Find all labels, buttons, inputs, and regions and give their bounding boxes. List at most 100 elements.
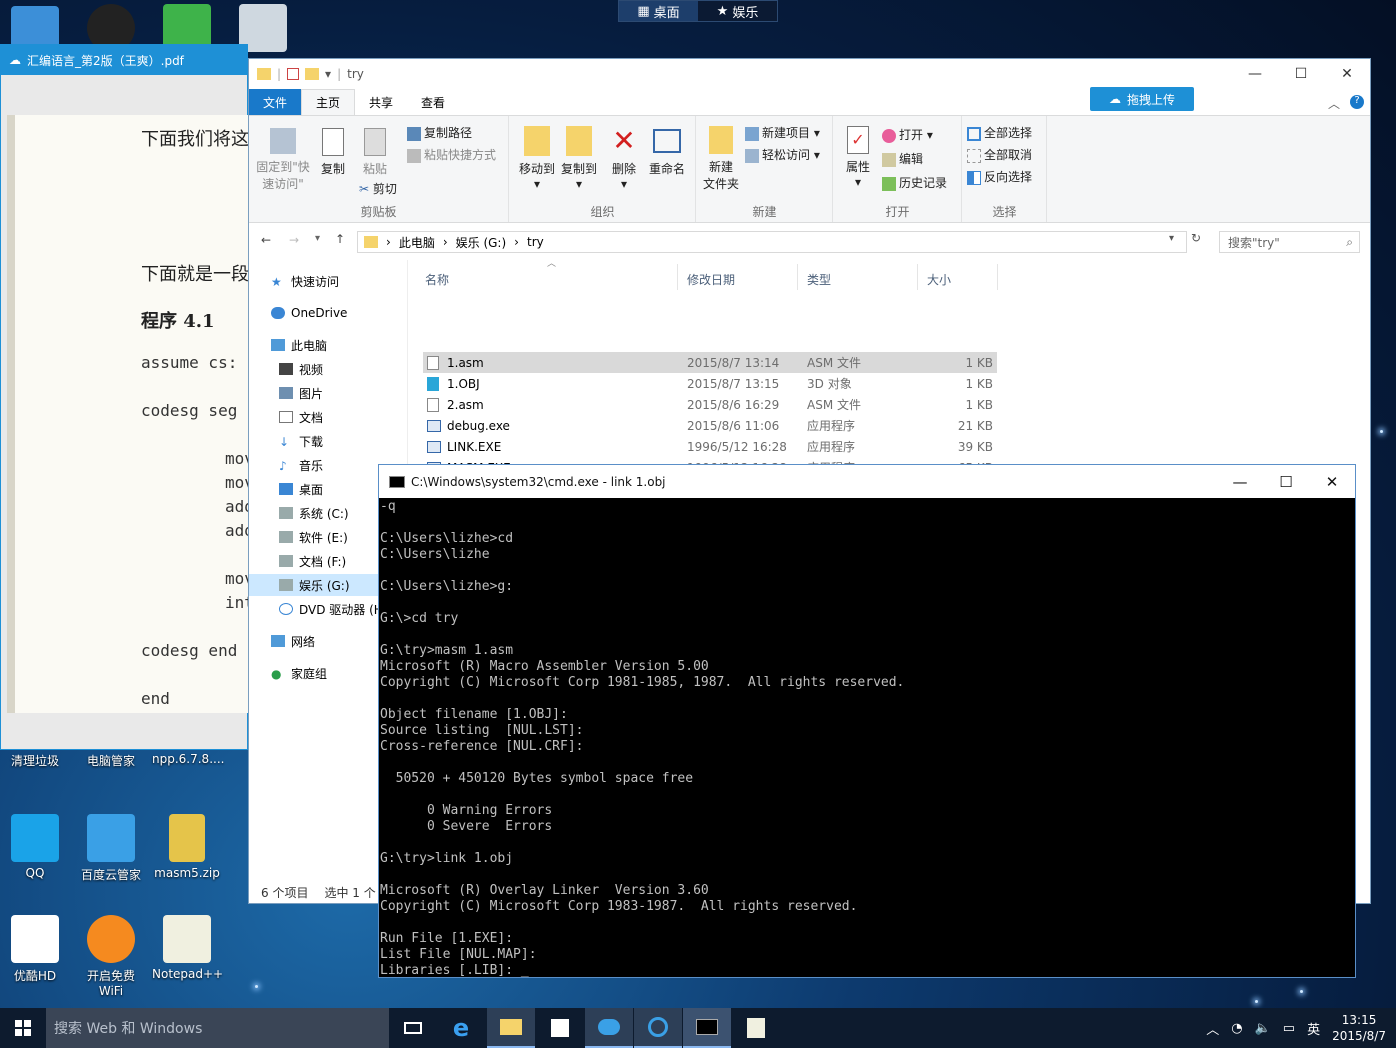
address-box[interactable]: › 此电脑 › 娱乐 (G:) › try bbox=[357, 231, 1187, 253]
pin-quick-access-button[interactable]: 固定到"快 速访问" bbox=[255, 128, 311, 192]
column-header-date[interactable]: 修改日期 bbox=[687, 268, 735, 290]
taskbar-cmd[interactable] bbox=[683, 1008, 731, 1048]
pdf-title-bar[interactable]: ☁ 汇编语言_第2版（王爽）.pdf bbox=[1, 45, 247, 75]
desktop-icon-youku[interactable]: 优酷HD bbox=[0, 915, 70, 984]
file-row-1-asm[interactable]: 1.asm 2015/8/7 13:14 ASM 文件 1 KB bbox=[423, 352, 997, 373]
help-icon[interactable]: ? bbox=[1350, 95, 1364, 109]
nav-item-videos[interactable]: 视频 bbox=[279, 358, 323, 380]
taskbar-qq-browser[interactable] bbox=[634, 1008, 682, 1048]
wifi-icon[interactable]: ◔ bbox=[1231, 1021, 1242, 1036]
collapse-ribbon-icon[interactable]: ︿ bbox=[1328, 95, 1340, 112]
new-folder-quick-icon[interactable] bbox=[305, 68, 320, 80]
edit-button[interactable]: 编辑 bbox=[882, 150, 923, 167]
column-header-name[interactable]: 名称 bbox=[425, 268, 449, 290]
desktop-icon-qq[interactable]: QQ bbox=[0, 814, 70, 880]
desktop-icon-notepadpp[interactable]: Notepad++ bbox=[152, 915, 223, 981]
copy-to-button[interactable]: 复制到 ▾ bbox=[556, 126, 602, 191]
minimize-button[interactable]: — bbox=[1217, 465, 1263, 498]
breadcrumb-drive-g[interactable]: 娱乐 (G:) bbox=[456, 234, 507, 251]
taskbar-file-explorer[interactable] bbox=[487, 1008, 535, 1048]
open-button[interactable]: 打开 ▾ bbox=[882, 126, 933, 143]
taskbar-search-input[interactable]: 搜索 Web 和 Windows bbox=[46, 1008, 389, 1048]
address-dropdown-icon[interactable]: ▾ bbox=[1169, 233, 1174, 244]
desktop-icon-npp[interactable]: npp.6.7.8.... bbox=[152, 752, 224, 766]
file-row-debug-exe[interactable]: debug.exe 2015/8/6 11:06 应用程序 21 KB bbox=[423, 415, 997, 436]
input-language[interactable]: 英 bbox=[1307, 1019, 1320, 1038]
file-row-2-asm[interactable]: 2.asm 2015/8/6 16:29 ASM 文件 1 KB bbox=[423, 394, 997, 415]
desktop-tab-desktop[interactable]: ▦ 桌面 bbox=[619, 1, 698, 21]
search-input[interactable]: 搜索"try" ⌕ bbox=[1219, 231, 1360, 253]
new-item-button[interactable]: 新建项目 ▾ bbox=[745, 124, 820, 141]
maximize-button[interactable]: ☐ bbox=[1278, 59, 1324, 89]
nav-item-onedrive[interactable]: OneDrive bbox=[271, 302, 347, 324]
taskbar-baidu-cloud[interactable] bbox=[585, 1008, 633, 1048]
nav-item-quick-access[interactable]: ★ 快速访问 bbox=[271, 270, 339, 292]
file-row-1-obj[interactable]: 1.OBJ 2015/8/7 13:15 3D 对象 1 KB bbox=[423, 373, 997, 394]
tab-share[interactable]: 共享 bbox=[355, 89, 407, 115]
file-row-link-exe[interactable]: LINK.EXE 1996/5/12 16:28 应用程序 39 KB bbox=[423, 436, 997, 457]
desktop-tab-entertainment[interactable]: ★ 娱乐 bbox=[698, 1, 777, 21]
console-output[interactable]: -q C:\Users\lizhe>cd C:\Users\lizhe C:\U… bbox=[379, 499, 1355, 977]
tab-file[interactable]: 文件 bbox=[249, 89, 302, 115]
easy-access-button[interactable]: 轻松访问 ▾ bbox=[745, 146, 820, 163]
column-header-size[interactable]: 大小 bbox=[927, 268, 951, 290]
column-header-type[interactable]: 类型 bbox=[807, 268, 831, 290]
nav-item-dvd[interactable]: DVD 驱动器 (H bbox=[279, 598, 383, 620]
nav-item-network[interactable]: 网络 bbox=[271, 630, 315, 652]
nav-item-pictures[interactable]: 图片 bbox=[279, 382, 323, 404]
desktop-icon-free-wifi[interactable]: 开启免费WiFi bbox=[76, 915, 146, 998]
task-view-button[interactable] bbox=[389, 1008, 437, 1048]
nav-item-drive-e[interactable]: 软件 (E:) bbox=[279, 526, 348, 548]
close-button[interactable]: ✕ bbox=[1324, 59, 1370, 89]
rename-button[interactable]: 重命名 bbox=[644, 126, 690, 177]
breadcrumb-try[interactable]: try bbox=[527, 235, 544, 249]
desktop-icon-baidu-cloud[interactable]: 百度云管家 bbox=[76, 814, 146, 883]
properties-quick-icon[interactable] bbox=[287, 68, 300, 80]
move-to-button[interactable]: 移动到 ▾ bbox=[514, 126, 560, 191]
close-button[interactable]: ✕ bbox=[1309, 465, 1355, 498]
paste-shortcut-button[interactable]: 粘贴快捷方式 bbox=[407, 146, 496, 163]
nav-item-desktop[interactable]: 桌面 bbox=[279, 478, 323, 500]
volume-icon[interactable]: 🔈 bbox=[1255, 1021, 1271, 1036]
tab-view[interactable]: 查看 bbox=[407, 89, 459, 115]
taskbar-store[interactable] bbox=[536, 1008, 584, 1048]
chevron-up-icon[interactable]: ︿ bbox=[1206, 1019, 1219, 1038]
select-all-button[interactable]: 全部选择 bbox=[967, 124, 1032, 141]
select-none-button[interactable]: 全部取消 bbox=[967, 146, 1032, 163]
nav-item-drive-f[interactable]: 文档 (F:) bbox=[279, 550, 346, 572]
back-arrow-icon[interactable]: ← bbox=[261, 233, 271, 247]
explorer-title-bar[interactable]: | ▾ | try bbox=[249, 59, 1370, 89]
copy-button[interactable]: 复制 bbox=[315, 128, 351, 177]
copy-path-button[interactable]: 复制路径 bbox=[407, 124, 472, 141]
nav-item-documents[interactable]: 文档 bbox=[279, 406, 323, 428]
recent-locations-icon[interactable]: ▾ bbox=[315, 233, 320, 244]
breadcrumb-this-pc[interactable]: 此电脑 bbox=[399, 234, 435, 251]
new-folder-button[interactable]: 新建 文件夹 bbox=[701, 126, 741, 192]
invert-selection-button[interactable]: 反向选择 bbox=[967, 168, 1032, 185]
tab-home[interactable]: 主页 bbox=[301, 89, 356, 115]
maximize-button[interactable]: ☐ bbox=[1263, 465, 1309, 498]
quick-access-dropdown-icon[interactable]: ▾ bbox=[325, 67, 331, 81]
notification-icon[interactable]: ▭ bbox=[1283, 1021, 1295, 1036]
nav-item-drive-c[interactable]: 系统 (C:) bbox=[279, 502, 349, 524]
desktop-icon-masm-zip[interactable]: masm5.zip bbox=[152, 814, 222, 880]
nav-item-homegroup[interactable]: ● 家庭组 bbox=[271, 662, 327, 684]
properties-button[interactable]: ✓ 属性 ▾ bbox=[840, 126, 876, 189]
start-button[interactable] bbox=[0, 1008, 46, 1048]
nav-item-music[interactable]: ♪ 音乐 bbox=[279, 454, 323, 476]
up-arrow-icon[interactable]: ↑ bbox=[335, 232, 345, 246]
forward-arrow-icon[interactable]: → bbox=[289, 233, 299, 247]
cut-button[interactable]: ✂ 剪切 bbox=[359, 180, 397, 197]
drag-upload-button[interactable]: ☁ 拖拽上传 bbox=[1090, 87, 1194, 111]
desktop-icon-clean[interactable]: 清理垃圾 bbox=[0, 752, 70, 769]
nav-item-downloads[interactable]: ↓ 下载 bbox=[279, 430, 323, 452]
delete-button[interactable]: ✕ 删除 ▾ bbox=[606, 126, 642, 192]
desktop-icon-pc-manager[interactable]: 电脑管家 bbox=[76, 752, 146, 769]
nav-item-this-pc[interactable]: 此电脑 bbox=[271, 334, 327, 356]
history-button[interactable]: 历史记录 bbox=[882, 174, 947, 191]
taskbar-notepad[interactable] bbox=[732, 1008, 780, 1048]
minimize-button[interactable]: — bbox=[1232, 59, 1278, 89]
cmd-title-bar[interactable]: C:\Windows\system32\cmd.exe - link 1.obj bbox=[379, 465, 1355, 498]
clock[interactable]: 13:15 2015/8/7 bbox=[1332, 1012, 1386, 1044]
taskbar-edge[interactable]: e bbox=[437, 1008, 485, 1048]
